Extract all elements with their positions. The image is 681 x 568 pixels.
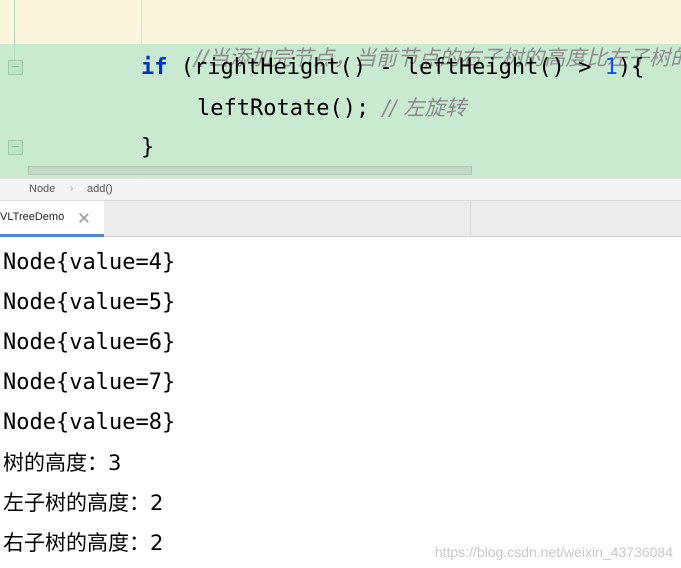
- console-line: Node{value=7}: [3, 370, 176, 395]
- code-line-if: if (rightHeight() - leftHeight() > 1){: [141, 53, 644, 83]
- run-tab-bar: VLTreeDemo: [0, 201, 681, 237]
- horizontal-scrollbar[interactable]: [28, 166, 472, 175]
- tab-vltreedemo[interactable]: VLTreeDemo: [0, 201, 104, 237]
- if-condition: (rightHeight() - leftHeight() >: [167, 55, 605, 80]
- breadcrumb: Node › add(): [0, 178, 681, 201]
- keyword-if: if: [141, 55, 168, 80]
- divider: [470, 201, 471, 237]
- editor-gutter[interactable]: [0, 0, 88, 178]
- console-line: 右子树的高度：2: [3, 531, 164, 555]
- console-line: Node{value=6}: [3, 330, 176, 355]
- console-line: 左子树的高度：2: [3, 491, 164, 515]
- breadcrumb-item-node[interactable]: Node: [29, 183, 55, 195]
- inline-comment: // 左旋转: [382, 96, 467, 120]
- code-line-call: leftRotate(); // 左旋转: [197, 93, 466, 124]
- breadcrumb-item-add[interactable]: add(): [87, 183, 113, 195]
- code-editor[interactable]: //当添加完节点，当前节点的右子树的高度比左子树的高 if (rightHeig…: [0, 0, 681, 178]
- fold-marker-icon[interactable]: [8, 60, 23, 75]
- close-icon[interactable]: [78, 212, 90, 224]
- method-call: leftRotate();: [197, 96, 383, 121]
- watermark: https://blog.csdn.net/weixin_43736084: [434, 544, 673, 560]
- chevron-right-icon: ›: [70, 183, 74, 194]
- fold-marker-icon[interactable]: [8, 140, 23, 155]
- console-line: Node{value=8}: [3, 410, 176, 435]
- number-literal: 1: [604, 55, 618, 80]
- tab-label: VLTreeDemo: [0, 211, 65, 223]
- console-output[interactable]: Node{value=4} Node{value=5} Node{value=6…: [0, 237, 681, 568]
- console-line: 树的高度：3: [3, 451, 122, 475]
- console-line: Node{value=4}: [3, 250, 176, 275]
- closing-brace: }: [141, 135, 155, 160]
- code-line-brace: }: [141, 133, 154, 163]
- if-condition-end: ){: [617, 55, 645, 80]
- console-line: Node{value=5}: [3, 290, 176, 315]
